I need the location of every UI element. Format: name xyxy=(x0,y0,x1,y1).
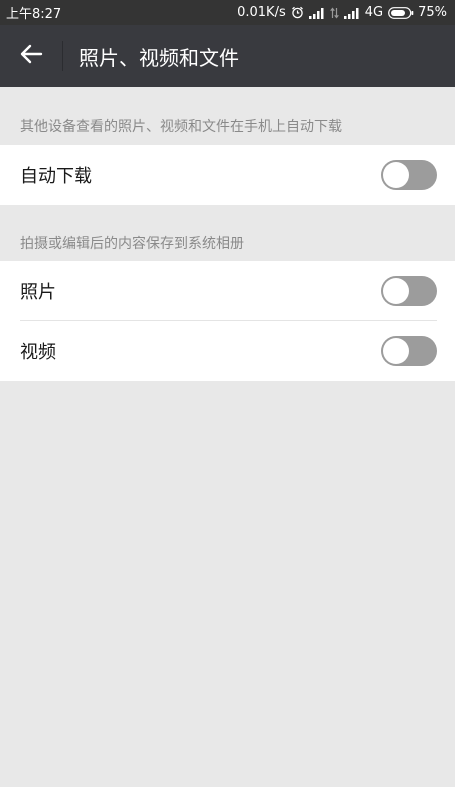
toggle-knob xyxy=(383,162,409,188)
save-photos-toggle[interactable] xyxy=(381,276,437,306)
auto-download-toggle[interactable] xyxy=(381,160,437,190)
network-speed: 0.01K/s xyxy=(237,5,286,20)
battery-icon xyxy=(388,6,414,19)
save-to-album-section-header: 拍摄或编辑后的内容保存到系统相册 xyxy=(20,236,244,252)
toggle-knob xyxy=(383,278,409,304)
save-photos-row[interactable]: 照片 xyxy=(0,261,455,321)
alarm-icon xyxy=(291,6,304,19)
save-videos-label: 视频 xyxy=(20,342,56,363)
auto-download-label: 自动下载 xyxy=(20,166,92,187)
arrow-left-icon xyxy=(19,44,43,68)
save-photos-label: 照片 xyxy=(20,282,56,303)
battery-level: 75% xyxy=(418,5,447,20)
page-title: 照片、视频和文件 xyxy=(79,45,239,70)
back-button[interactable] xyxy=(0,25,62,87)
battery: 75% xyxy=(388,5,447,20)
signal-icon xyxy=(343,7,360,19)
toggle-knob xyxy=(383,338,409,364)
auto-download-section-header: 其他设备查看的照片、视频和文件在手机上自动下载 xyxy=(20,119,342,135)
status-time: 上午8:27 xyxy=(6,7,62,22)
title-divider xyxy=(62,41,63,71)
data-arrows-icon xyxy=(329,7,339,19)
network-type: 4G xyxy=(364,5,384,20)
signal-icon xyxy=(308,7,325,19)
save-videos-row[interactable]: 视频 xyxy=(0,321,455,381)
title-bar: 照片、视频和文件 xyxy=(0,25,455,87)
save-videos-toggle[interactable] xyxy=(381,336,437,366)
status-indicators: 0.01K/s 4G 75% xyxy=(237,5,447,20)
auto-download-row[interactable]: 自动下载 xyxy=(0,145,455,205)
status-bar: 上午8:27 0.01K/s 4G 75% xyxy=(0,0,455,25)
